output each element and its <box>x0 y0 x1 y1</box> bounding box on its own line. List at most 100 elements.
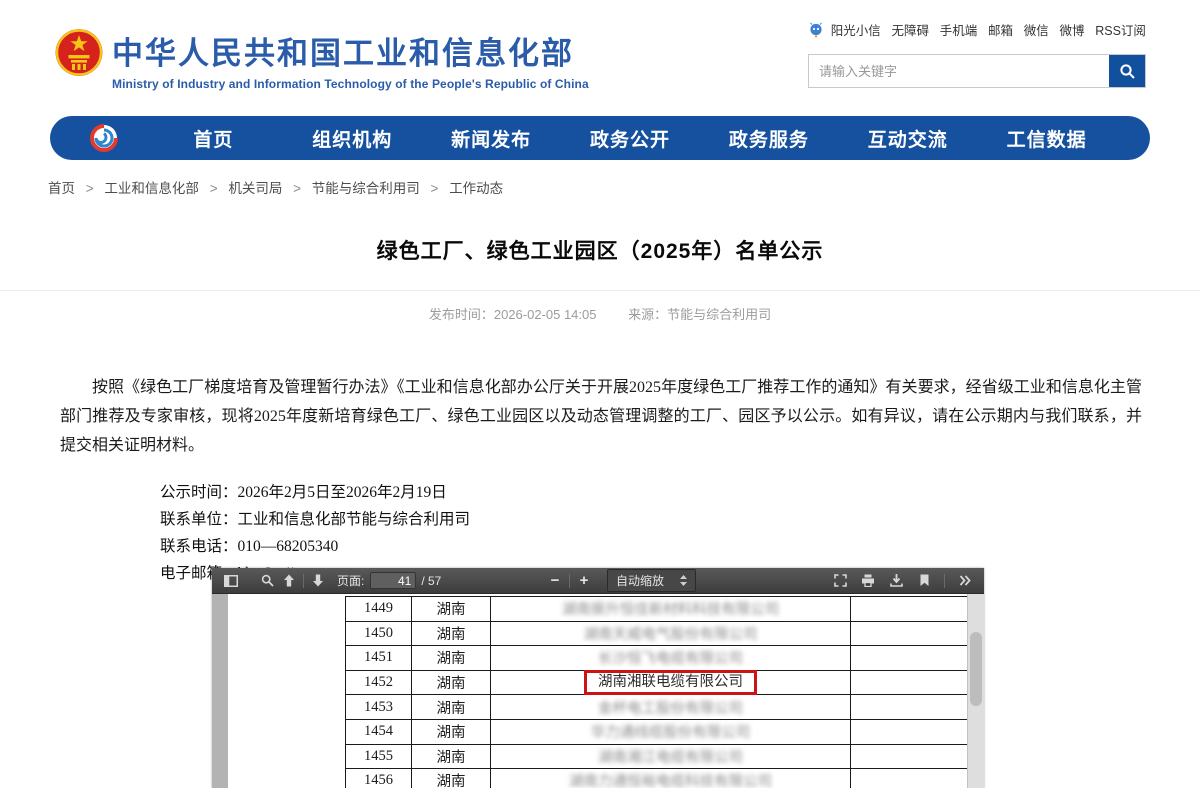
bookmark-button[interactable] <box>913 571 935 591</box>
site-header: 中华人民共和国工业和信息化部 Ministry of Industry and … <box>0 0 1200 112</box>
zoom-mode-label: 自动缩放 <box>616 572 664 589</box>
table-row: 1451 湖南 长沙恒飞电缆有限公司 <box>346 646 981 671</box>
nav-item-organization[interactable]: 组织机构 <box>283 125 422 152</box>
company-name-blurred: 湖南振升恒佳新材料科技有限公司 <box>562 598 780 619</box>
link-mobile[interactable]: 手机端 <box>940 20 978 39</box>
search-input[interactable] <box>809 55 1109 87</box>
breadcrumb-miit[interactable]: 工业和信息化部 <box>104 181 199 196</box>
nav-item-data[interactable]: 工信数据 <box>977 125 1116 152</box>
public-notice-period: 公示时间：2026年2月5日至2026年2月19日 <box>160 479 1200 506</box>
page-total: / 57 <box>421 574 441 588</box>
row-extra-cell <box>851 695 981 719</box>
link-yangguang-xiaoxin[interactable]: 阳光小信 <box>831 20 881 39</box>
table-row: 1453 湖南 金杯电工股份有限公司 <box>346 695 981 720</box>
site-title-block: 中华人民共和国工业和信息化部 Ministry of Industry and … <box>112 28 589 91</box>
main-nav: 首页 组织机构 新闻发布 政务公开 政务服务 互动交流 工信数据 <box>50 116 1150 160</box>
row-province: 湖南 <box>412 622 491 646</box>
link-wechat[interactable]: 微信 <box>1024 20 1049 39</box>
row-number: 1456 <box>346 769 412 788</box>
pdf-scrollbar[interactable] <box>967 594 984 788</box>
page-number-input[interactable] <box>370 572 416 589</box>
double-chevron-right-icon <box>959 575 971 586</box>
print-button[interactable] <box>857 571 879 591</box>
row-number: 1455 <box>346 745 412 769</box>
nav-item-interaction[interactable]: 互动交流 <box>838 125 977 152</box>
sidebar-toggle-button[interactable] <box>220 571 242 591</box>
zoom-controls: − + 自动缩放 <box>544 569 696 592</box>
link-mail[interactable]: 邮箱 <box>988 20 1013 39</box>
row-province: 湖南 <box>412 597 491 621</box>
row-number: 1449 <box>346 597 412 621</box>
green-factory-table: 1449 湖南 湖南振升恒佳新材料科技有限公司 1450 湖南 湖南天威电气股份… <box>345 596 981 788</box>
table-row: 1454 湖南 华力通线缆股份有限公司 <box>346 720 981 745</box>
search-button[interactable] <box>1109 55 1145 87</box>
bookmark-icon <box>919 574 930 587</box>
pdf-search-button[interactable] <box>256 571 278 591</box>
company-name-blurred: 金杯电工股份有限公司 <box>598 697 743 718</box>
row-province: 湖南 <box>412 769 491 788</box>
site-title-en: Ministry of Industry and Information Tec… <box>112 77 589 91</box>
page-up-button[interactable] <box>278 571 300 591</box>
toolbar-separator <box>303 574 304 588</box>
breadcrumb: 首页 > 工业和信息化部 > 机关司局 > 节能与综合利用司 > 工作动态 <box>48 177 1200 197</box>
article-source: 来源：节能与综合利用司 <box>628 307 771 322</box>
row-province: 湖南 <box>412 745 491 769</box>
page-title: 绿色工厂、绿色工业园区（2025年）名单公示 <box>0 235 1200 265</box>
table-row: 1456 湖南 湖南力通恒裕电缆科技有限公司 <box>346 769 981 788</box>
nav-item-home[interactable]: 首页 <box>144 125 283 152</box>
header-right: 阳光小信 无障碍 手机端 邮箱 微信 微博 RSS订阅 <box>808 20 1146 88</box>
company-name-blurred: 湖南天威电气股份有限公司 <box>584 623 758 644</box>
download-button[interactable] <box>885 571 907 591</box>
page-down-button[interactable] <box>307 571 329 591</box>
breadcrumb-separator: > <box>210 181 218 196</box>
fullscreen-icon <box>834 574 847 587</box>
article-meta: 发布时间：2026-02-05 14:05 来源：节能与综合利用司 <box>0 304 1200 323</box>
row-province: 湖南 <box>412 720 491 744</box>
link-weibo[interactable]: 微博 <box>1059 20 1084 39</box>
sidebar-toggle-icon <box>224 575 238 587</box>
row-province: 湖南 <box>412 695 491 719</box>
breadcrumb-energy-dept[interactable]: 节能与综合利用司 <box>312 181 420 196</box>
contact-unit: 联系单位：工业和信息化部节能与综合利用司 <box>160 506 1200 533</box>
row-extra-cell <box>851 769 981 788</box>
company-name-blurred: 湖南湘江电缆有限公司 <box>598 746 743 767</box>
link-accessibility[interactable]: 无障碍 <box>891 20 929 39</box>
search-bar <box>808 54 1146 88</box>
table-row: 1450 湖南 湖南天威电气股份有限公司 <box>346 622 981 647</box>
presentation-mode-button[interactable] <box>829 571 851 591</box>
pdf-page: 1449 湖南 湖南振升恒佳新材料科技有限公司 1450 湖南 湖南天威电气股份… <box>228 594 984 788</box>
zoom-out-button[interactable]: − <box>544 572 566 589</box>
pdf-viewer: 页面: / 57 − + 自动缩放 <box>212 568 984 788</box>
pdf-scrollbar-thumb[interactable] <box>970 632 982 706</box>
nav-item-gov-services[interactable]: 政务服务 <box>699 125 838 152</box>
row-number: 1451 <box>346 646 412 670</box>
zoom-in-button[interactable]: + <box>573 572 595 589</box>
breadcrumb-separator: > <box>431 181 439 196</box>
breadcrumb-work-updates[interactable]: 工作动态 <box>449 181 503 196</box>
row-extra-cell <box>851 671 981 695</box>
site-title-cn: 中华人民共和国工业和信息化部 <box>112 28 589 73</box>
link-rss[interactable]: RSS订阅 <box>1095 20 1146 39</box>
row-number: 1454 <box>346 720 412 744</box>
row-province: 湖南 <box>412 646 491 670</box>
toolbar-separator <box>944 574 945 588</box>
nav-item-news[interactable]: 新闻发布 <box>422 125 561 152</box>
national-emblem-icon <box>55 26 103 79</box>
page-label: 页面: <box>337 572 364 589</box>
breadcrumb-separator: > <box>293 181 301 196</box>
mascot-icon <box>808 22 824 38</box>
row-extra-cell <box>851 597 981 621</box>
zoom-mode-select[interactable]: 自动缩放 <box>607 569 696 592</box>
breadcrumb-departments[interactable]: 机关司局 <box>228 181 282 196</box>
table-row: 1455 湖南 湖南湘江电缆有限公司 <box>346 745 981 770</box>
search-icon <box>1119 63 1136 80</box>
toolbar-more-button[interactable] <box>954 571 976 591</box>
table-row-highlighted: 1452 湖南 湖南湘联电缆有限公司 <box>346 671 981 696</box>
pdf-content: 1449 湖南 湖南振升恒佳新材料科技有限公司 1450 湖南 湖南天威电气股份… <box>212 594 984 788</box>
download-icon <box>890 574 903 587</box>
row-number: 1450 <box>346 622 412 646</box>
breadcrumb-home[interactable]: 首页 <box>48 181 75 196</box>
contact-phone: 联系电话：010—68205340 <box>160 533 1200 560</box>
row-extra-cell <box>851 622 981 646</box>
nav-item-gov-disclosure[interactable]: 政务公开 <box>561 125 700 152</box>
